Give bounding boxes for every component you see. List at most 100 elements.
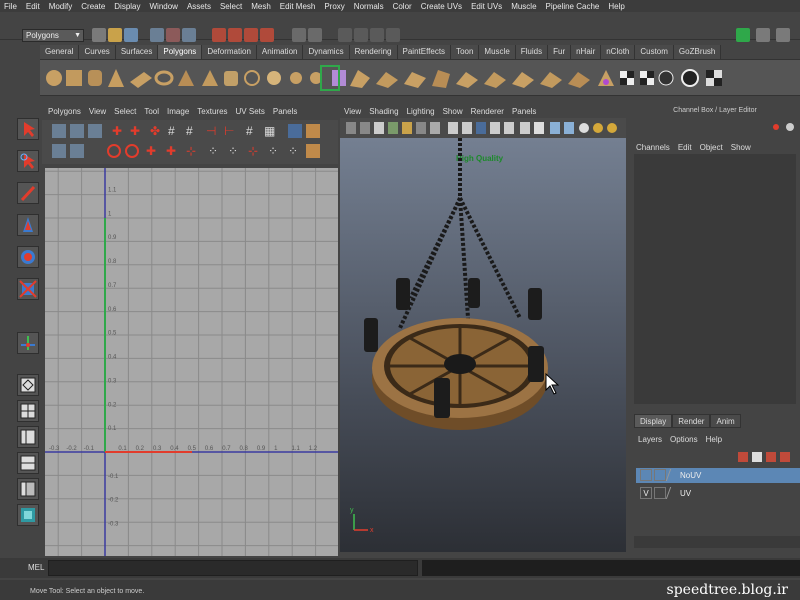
high-quality-icon[interactable]: [593, 123, 603, 133]
channel-box-options-icon[interactable]: [786, 123, 794, 131]
uv-checker-icon[interactable]: ⁘: [288, 144, 298, 158]
shelf-tab-painteffects[interactable]: PaintEffects: [397, 45, 452, 59]
uv-paste-icon[interactable]: ⁘: [268, 144, 278, 158]
uv-grid-icon[interactable]: #: [186, 124, 193, 138]
menu-edit-mesh[interactable]: Edit Mesh: [280, 2, 316, 11]
select-camera-icon[interactable]: [346, 122, 356, 134]
shelf-combine-icon[interactable]: [290, 72, 302, 84]
shelf-merge-icon[interactable]: [540, 72, 562, 88]
shelf-tab-surfaces[interactable]: Surfaces: [115, 45, 159, 59]
uv-menu-uv-sets[interactable]: UV Sets: [236, 107, 265, 116]
shelf-planar-map-icon[interactable]: [620, 71, 634, 85]
layer-menu-help[interactable]: Help: [706, 435, 722, 444]
uv-cut-edges-icon[interactable]: ✚: [166, 144, 176, 158]
mel-input[interactable]: [48, 560, 418, 576]
lasso-tool-icon[interactable]: [17, 150, 39, 172]
single-pane-layout-icon[interactable]: [17, 374, 39, 396]
uv-copy-icon[interactable]: ⊹: [248, 144, 258, 158]
uv-sew-icon[interactable]: ✚: [130, 124, 140, 138]
shadows-icon[interactable]: [520, 122, 530, 134]
menu-mesh[interactable]: Mesh: [251, 2, 271, 11]
channel-menu-show[interactable]: Show: [731, 143, 751, 152]
uv-align-right-icon[interactable]: ⊢: [224, 124, 234, 138]
shelf-tab-custom[interactable]: Custom: [635, 45, 674, 59]
snap-plane-icon[interactable]: [260, 28, 274, 42]
menu-modify[interactable]: Modify: [49, 2, 73, 11]
layer-type-toggle[interactable]: [654, 469, 666, 481]
snap-grid-icon[interactable]: [212, 28, 226, 42]
uv-menu-select[interactable]: Select: [114, 107, 136, 116]
channel-menu-edit[interactable]: Edit: [678, 143, 692, 152]
resolution-gate-icon[interactable]: [607, 123, 617, 133]
shelf-helix-icon[interactable]: [244, 70, 260, 86]
menu-window[interactable]: Window: [150, 2, 178, 11]
perspective-viewport[interactable]: View Shading Lighting Show Renderer Panels Hi…: [340, 104, 626, 552]
uv-rotate-icon[interactable]: [88, 124, 102, 138]
wireframe-icon[interactable]: [448, 122, 458, 134]
menu-muscle[interactable]: Muscle: [511, 2, 536, 11]
shelf-tab-nhair[interactable]: nHair: [571, 45, 602, 59]
layer-row[interactable]: V UV: [636, 486, 800, 501]
shelf-tab-fluids[interactable]: Fluids: [515, 45, 549, 59]
uv-cut-icon[interactable]: ✚: [112, 124, 122, 138]
layer-visibility-toggle[interactable]: V: [640, 487, 652, 499]
viewport-menu-view[interactable]: View: [344, 107, 361, 116]
menu-proxy[interactable]: Proxy: [324, 2, 344, 11]
wireframe-on-shaded-icon[interactable]: [476, 122, 486, 134]
render-settings-icon[interactable]: [386, 28, 400, 42]
shelf-cube-icon[interactable]: [66, 70, 82, 86]
outliner-layout-icon[interactable]: [17, 478, 39, 500]
bookmarks-icon[interactable]: [374, 122, 384, 134]
open-scene-icon[interactable]: [108, 28, 122, 42]
shelf-automatic-map-icon[interactable]: [681, 69, 699, 87]
menu-create[interactable]: Create: [81, 2, 105, 11]
shelf-split-polygon-icon[interactable]: [432, 70, 450, 88]
channel-box-axis-icon[interactable]: [773, 124, 779, 130]
shelf-prism-icon[interactable]: [178, 70, 194, 86]
layer-menu-options[interactable]: Options: [670, 435, 698, 444]
side-by-side-layout-icon[interactable]: [17, 426, 39, 448]
uv-flip-vertical-icon[interactable]: [70, 124, 84, 138]
channel-menu-object[interactable]: Object: [700, 143, 723, 152]
move-layer-up-icon[interactable]: [766, 452, 776, 462]
image-plane-icon[interactable]: [388, 122, 398, 134]
shelf-tab-muscle[interactable]: Muscle: [479, 45, 516, 59]
rotate-tool-icon[interactable]: [17, 246, 39, 268]
menu-edit[interactable]: Edit: [26, 2, 40, 11]
viewport-menu-renderer[interactable]: Renderer: [471, 107, 504, 116]
shelf-tab-curves[interactable]: Curves: [79, 45, 116, 59]
shelf-cone-icon[interactable]: [108, 69, 124, 87]
uv-menu-view[interactable]: View: [89, 107, 106, 116]
shelf-wedge-icon[interactable]: [598, 70, 614, 86]
uv-select-shell-icon[interactable]: ⊹: [186, 144, 196, 158]
layer-color-swatch[interactable]: [665, 469, 679, 481]
uv-snapshot-icon[interactable]: [70, 144, 84, 158]
uv-convert-icon[interactable]: ⁘: [228, 144, 238, 158]
uv-menu-polygons[interactable]: Polygons: [48, 107, 81, 116]
shelf-pyramid-icon[interactable]: [202, 70, 218, 86]
xray-joints-icon[interactable]: [564, 122, 574, 134]
paint-select-tool-icon[interactable]: [17, 182, 39, 204]
save-scene-icon[interactable]: [124, 28, 138, 42]
uv-flip-horizontal-icon[interactable]: [52, 124, 66, 138]
shelf-tab-rendering[interactable]: Rendering: [349, 45, 398, 59]
layer-row[interactable]: NoUV: [636, 468, 800, 483]
camera-attributes-icon[interactable]: [360, 122, 370, 134]
uv-align-top-icon[interactable]: #: [246, 124, 253, 138]
isolate-select-icon[interactable]: [534, 122, 544, 134]
uv-menu-panels[interactable]: Panels: [273, 107, 297, 116]
xray-components-icon[interactable]: [579, 123, 589, 133]
layer-visibility-toggle[interactable]: [640, 469, 652, 481]
viewport-menu-shading[interactable]: Shading: [369, 107, 398, 116]
layer-type-toggle[interactable]: [654, 487, 666, 499]
shelf-tab-animation[interactable]: Animation: [256, 45, 304, 59]
uv-move-sew-icon[interactable]: ✤: [150, 124, 160, 138]
menu-help[interactable]: Help: [608, 2, 624, 11]
menu-normals[interactable]: Normals: [354, 2, 384, 11]
uv-texture-border-icon[interactable]: [306, 144, 320, 158]
snap-point-icon[interactable]: [244, 28, 258, 42]
render-icon[interactable]: [354, 28, 368, 42]
mode-selector-dropdown[interactable]: Polygons ▼: [22, 29, 84, 42]
uv-menu-image[interactable]: Image: [167, 107, 189, 116]
uv-straighten-icon[interactable]: ✚: [146, 144, 156, 158]
